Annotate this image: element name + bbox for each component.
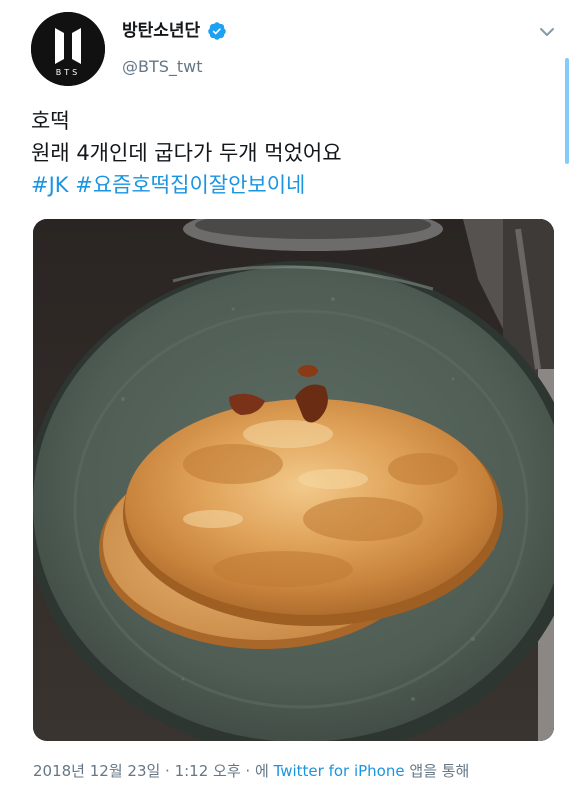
tweet-line-2: 원래 4개인데 굽다가 두개 먹었어요 bbox=[31, 141, 342, 165]
chevron-down-icon[interactable] bbox=[538, 24, 556, 38]
avatar-logo-text: BTS bbox=[56, 68, 80, 77]
scrollbar[interactable] bbox=[565, 58, 569, 164]
bts-logo-icon: BTS bbox=[31, 12, 105, 86]
source-suffix: 앱을 통해 bbox=[409, 762, 470, 780]
tweet-metadata: 2018년 12월 23일 · 1:12 오후 · 에 Twitter for … bbox=[33, 761, 469, 781]
source-link[interactable]: Twitter for iPhone bbox=[274, 762, 405, 780]
tweet-line-1: 호떡 bbox=[31, 109, 70, 133]
tweet-timestamp[interactable]: 2018년 12월 23일 · 1:12 오후 · 에 bbox=[33, 762, 269, 780]
verified-badge-icon bbox=[207, 21, 227, 41]
avatar[interactable]: BTS bbox=[31, 12, 105, 86]
display-name[interactable]: 방탄소년단 bbox=[122, 20, 200, 42]
hashtag-link[interactable]: #요즘호떡집이잘안보이네 bbox=[75, 173, 305, 197]
tweet-text: 호떡 원래 4개인데 굽다가 두개 먹었어요 #JK #요즘호떡집이잘안보이네 bbox=[31, 105, 551, 201]
photo-hotteok-on-plate bbox=[33, 219, 554, 741]
tweet-photo[interactable] bbox=[33, 219, 554, 741]
tweet-hashtags: #JK #요즘호떡집이잘안보이네 bbox=[31, 169, 551, 201]
hashtag-link[interactable]: #JK bbox=[31, 173, 69, 197]
author-handle[interactable]: @BTS_twt bbox=[122, 57, 203, 77]
author-name-row[interactable]: 방탄소년단 bbox=[122, 20, 227, 42]
